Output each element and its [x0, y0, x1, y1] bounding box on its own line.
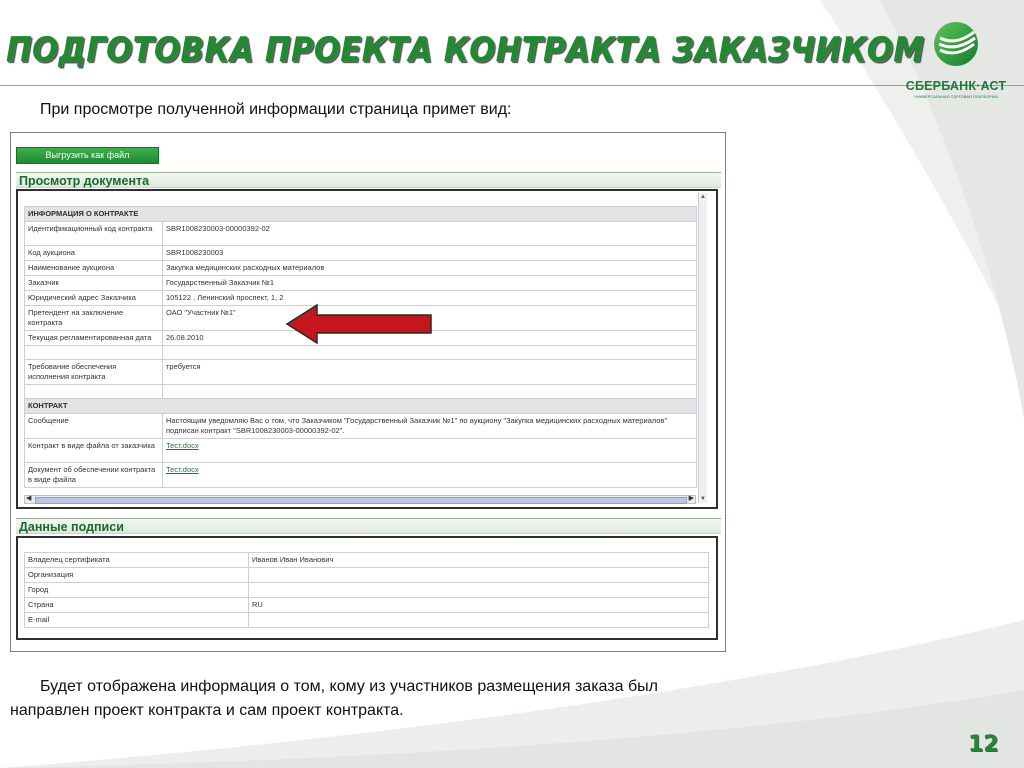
- row-label: Город: [24, 582, 249, 598]
- scroll-down-icon[interactable]: ▼: [700, 496, 706, 502]
- table-row: Идентификационный код контракта SBR10082…: [24, 221, 698, 246]
- logo-name: СБЕРБАНК·АСТ: [905, 79, 1007, 93]
- document-view-screenshot: Выгрузить как файл Просмотр документа ИН…: [10, 132, 726, 652]
- contract-header-row: КОНТРАКТ: [23, 398, 698, 414]
- row-label: Страна: [24, 597, 249, 613]
- row-label: Текущая регламентированная дата: [24, 330, 163, 346]
- contract-file-link[interactable]: Тест.docx: [166, 441, 199, 450]
- table-row: Требование обеспечения исполнения контра…: [24, 359, 698, 385]
- title-divider: [0, 85, 1024, 86]
- row-value: [161, 384, 698, 399]
- security-doc-label: Документ об обеспечении контракта в виде…: [24, 462, 163, 488]
- vertical-scrollbar[interactable]: ▲ ▼: [698, 193, 707, 503]
- contract-info-header: ИНФОРМАЦИЯ О КОНТРАКТЕ: [23, 206, 698, 222]
- row-value: [248, 582, 709, 598]
- table-row: Контракт в виде файла от заказчика Тест.…: [24, 438, 698, 463]
- row-value: [161, 345, 698, 360]
- document-panel: ИНФОРМАЦИЯ О КОНТРАКТЕ Идентификационный…: [16, 189, 718, 509]
- contract-info-header-row: ИНФОРМАЦИЯ О КОНТРАКТЕ: [23, 206, 698, 222]
- row-label: Требование обеспечения исполнения контра…: [24, 359, 163, 385]
- table-row: Город: [24, 582, 709, 598]
- row-label: [24, 345, 163, 360]
- message-label: Сообщение: [24, 413, 163, 439]
- signature-panel: Владелец сертификата Иванов Иван Иванови…: [16, 536, 718, 640]
- page-number: 12: [968, 732, 999, 757]
- row-label: [24, 384, 163, 399]
- row-label: Наименование аукциона: [24, 260, 163, 276]
- row-value: Закупка медицинских расходных материалов: [161, 260, 698, 276]
- table-row: [24, 345, 698, 360]
- row-value: Иванов Иван Иванович: [248, 552, 709, 568]
- contract-file-cell: Тест.docx: [161, 438, 698, 463]
- message-value: Настоящим уведомляю Вас о том, что Заказ…: [161, 413, 698, 439]
- horizontal-scrollbar[interactable]: ◀ ▶: [24, 495, 696, 504]
- security-doc-cell: Тест.docx: [161, 462, 698, 488]
- row-label: Заказчик: [24, 275, 163, 291]
- contract-file-label: Контракт в виде файла от заказчика: [24, 438, 163, 463]
- row-label: Претендент на заключение контракта: [24, 305, 163, 331]
- table-row: Сообщение Настоящим уведомляю Вас о том,…: [24, 413, 698, 439]
- signature-section-header: Данные подписи: [16, 518, 721, 534]
- export-file-button[interactable]: Выгрузить как файл: [16, 147, 159, 164]
- table-row: Организация: [24, 567, 709, 583]
- slide-title: ПОДГОТОВКА ПРОЕКТА КОНТРАКТА ЗАКАЗЧИКОМ: [6, 30, 925, 70]
- row-value: требуется: [161, 359, 698, 385]
- row-label: Владелец сертификата: [24, 552, 249, 568]
- logo-subtitle: УНИВЕРСАЛЬНАЯ ТОРГОВАЯ ПЛАТФОРМА: [914, 94, 998, 99]
- signature-table: Владелец сертификата Иванов Иван Иванови…: [24, 552, 709, 628]
- contract-header: КОНТРАКТ: [23, 398, 698, 414]
- scroll-up-icon[interactable]: ▲: [700, 194, 706, 200]
- footer-line-2: направлен проект контракта и сам проект …: [10, 702, 404, 719]
- row-value: [248, 567, 709, 583]
- scrollbar-thumb[interactable]: [35, 497, 687, 504]
- intro-text: При просмотре полученной информации стра…: [40, 101, 512, 118]
- sberbank-logo-icon: [934, 22, 978, 66]
- table-row: Наименование аукциона Закупка медицински…: [24, 260, 698, 276]
- document-section-header: Просмотр документа: [16, 172, 721, 188]
- row-label: Организация: [24, 567, 249, 583]
- scroll-right-icon[interactable]: ▶: [689, 494, 694, 502]
- footer-text: Будет отображена информация о том, кому …: [10, 675, 830, 723]
- table-row: Заказчик Государственный Заказчик №1: [24, 275, 698, 291]
- security-doc-link[interactable]: Тест.docx: [166, 465, 199, 474]
- row-label: E-mail: [24, 612, 249, 628]
- contract-table: ИНФОРМАЦИЯ О КОНТРАКТЕ Идентификационный…: [23, 206, 698, 488]
- red-pointer-arrow-icon: [285, 303, 432, 345]
- row-value: SBR1008230003: [161, 245, 698, 261]
- table-row: [24, 384, 698, 399]
- row-label: Юридический адрес Заказчика: [24, 290, 163, 306]
- row-value: [248, 612, 709, 628]
- sberbank-ast-logo: СБЕРБАНК·АСТ УНИВЕРСАЛЬНАЯ ТОРГОВАЯ ПЛАТ…: [900, 20, 1012, 99]
- table-row: Страна RU: [24, 597, 709, 613]
- table-row: E-mail: [24, 612, 709, 628]
- row-value: RU: [248, 597, 709, 613]
- footer-line-1: Будет отображена информация о том, кому …: [40, 678, 658, 695]
- table-row: Документ об обеспечении контракта в виде…: [24, 462, 698, 488]
- table-row: Владелец сертификата Иванов Иван Иванови…: [24, 552, 709, 568]
- row-value: Государственный Заказчик №1: [161, 275, 698, 291]
- row-label: Идентификационный код контракта: [24, 221, 163, 246]
- scroll-left-icon[interactable]: ◀: [26, 494, 31, 502]
- row-label: Код аукциона: [24, 245, 163, 261]
- table-row: Код аукциона SBR1008230003: [24, 245, 698, 261]
- row-value: SBR1008230003-00000392-02: [161, 221, 698, 246]
